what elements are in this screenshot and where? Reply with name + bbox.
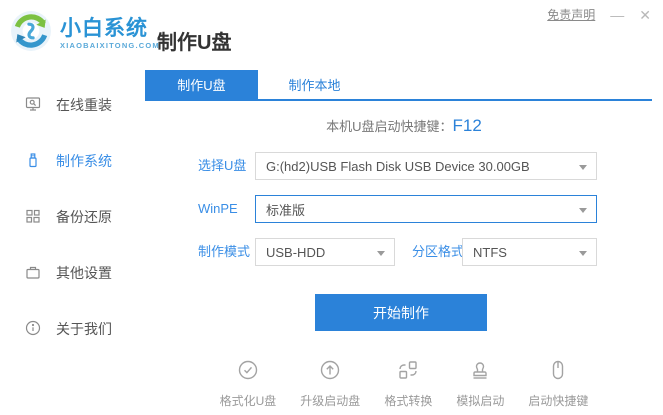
sidebar-item-online-reinstall[interactable]: 在线重装	[0, 90, 145, 120]
logo-title: 小白系统	[60, 16, 148, 40]
partition-format-value: NTFS	[473, 244, 507, 260]
page-title: 制作U盘	[157, 32, 232, 54]
sidebar-item-make-system[interactable]: 制作系统	[0, 146, 145, 176]
winpe-dropdown[interactable]: 标准版	[255, 195, 597, 223]
sidebar-item-label: 其他设置	[56, 265, 112, 281]
tool-label: 模拟启动	[456, 394, 505, 408]
sidebar-item-label: 备份还原	[56, 209, 112, 225]
chevron-down-icon	[579, 251, 587, 256]
mouse-icon	[546, 358, 570, 387]
tool-format-usb[interactable]: 格式化U盘	[219, 358, 277, 409]
tool-boot-hotkey[interactable]: 启动快捷键	[528, 358, 588, 409]
tool-label: 格式转换	[384, 394, 433, 408]
tab-make-local[interactable]: 制作本地	[258, 70, 371, 99]
usb-select-label: 选择U盘	[198, 158, 247, 173]
convert-icon	[396, 358, 420, 387]
winpe-label: WinPE	[198, 201, 238, 216]
chevron-down-icon	[377, 251, 385, 256]
partition-format-dropdown[interactable]: NTFS	[462, 238, 597, 266]
logo-subtitle: XIAOBAIXITONG.COM	[60, 40, 160, 50]
partition-format-label: 分区格式	[412, 244, 465, 259]
footer-toolbar: 格式化U盘 升级启动盘 格式转换 模拟启动 启动快捷键	[145, 358, 663, 409]
close-icon[interactable]: ✕	[639, 8, 651, 22]
sidebar-item-label: 制作系统	[56, 153, 112, 169]
logo-swirl-icon	[10, 10, 52, 57]
briefcase-icon	[24, 263, 42, 284]
tool-upgrade-boot-disk[interactable]: 升级启动盘	[300, 358, 360, 409]
stamp-icon	[468, 358, 492, 387]
disclaimer-link[interactable]: 免责声明	[547, 6, 595, 23]
chevron-down-icon	[579, 165, 587, 170]
check-circle-icon	[236, 358, 260, 387]
header: 小白系统 XIAOBAIXITONG.COM 制作U盘 免责声明 — ✕	[0, 0, 663, 62]
winpe-value: 标准版	[266, 202, 306, 218]
usb-select-value: G:(hd2)USB Flash Disk USB Device 30.00GB	[266, 158, 530, 174]
make-mode-label: 制作模式	[198, 244, 251, 259]
chevron-down-icon	[579, 208, 587, 213]
make-mode-value: USB-HDD	[266, 244, 326, 260]
tool-label: 启动快捷键	[528, 394, 589, 408]
info-icon	[24, 319, 42, 340]
usb-select-dropdown[interactable]: G:(hd2)USB Flash Disk USB Device 30.00GB	[255, 152, 597, 180]
app-window: 小白系统 XIAOBAIXITONG.COM 制作U盘 免责声明 — ✕ 在线重…	[0, 0, 663, 415]
tool-label: 格式化U盘	[219, 394, 277, 408]
boot-hotkey-value: F12	[452, 116, 482, 135]
tool-label: 升级启动盘	[300, 394, 361, 408]
tab-bar: 制作U盘 制作本地	[145, 70, 652, 101]
boot-hotkey-label: 本机U盘启动快捷键：	[326, 119, 453, 134]
tab-make-usb[interactable]: 制作U盘	[145, 70, 258, 99]
minimize-icon[interactable]: —	[610, 8, 624, 22]
usb-icon	[24, 151, 42, 172]
sidebar-item-label: 在线重装	[56, 97, 112, 113]
logo-text: 小白系统 XIAOBAIXITONG.COM	[60, 18, 160, 50]
sidebar: 在线重装 制作系统 备份还原 其他设置 关于我们	[0, 62, 145, 415]
tool-format-convert[interactable]: 格式转换	[384, 358, 432, 409]
sidebar-item-other-settings[interactable]: 其他设置	[0, 258, 145, 288]
tool-simulate-boot[interactable]: 模拟启动	[456, 358, 504, 409]
backup-grid-icon	[24, 207, 42, 228]
window-controls: 免责声明 — ✕	[547, 6, 651, 23]
logo: 小白系统 XIAOBAIXITONG.COM	[10, 10, 160, 57]
start-make-button[interactable]: 开始制作	[315, 294, 487, 331]
make-mode-dropdown[interactable]: USB-HDD	[255, 238, 395, 266]
arrow-up-circle-icon	[318, 358, 342, 387]
sidebar-item-about-us[interactable]: 关于我们	[0, 314, 145, 344]
main-content: 制作U盘 制作本地 本机U盘启动快捷键：F12 选择U盘 G:(hd2)USB …	[145, 62, 663, 415]
sidebar-item-backup-restore[interactable]: 备份还原	[0, 202, 145, 232]
sidebar-item-label: 关于我们	[56, 321, 112, 337]
boot-hotkey-line: 本机U盘启动快捷键：F12	[145, 116, 663, 136]
monitor-icon	[24, 95, 42, 116]
